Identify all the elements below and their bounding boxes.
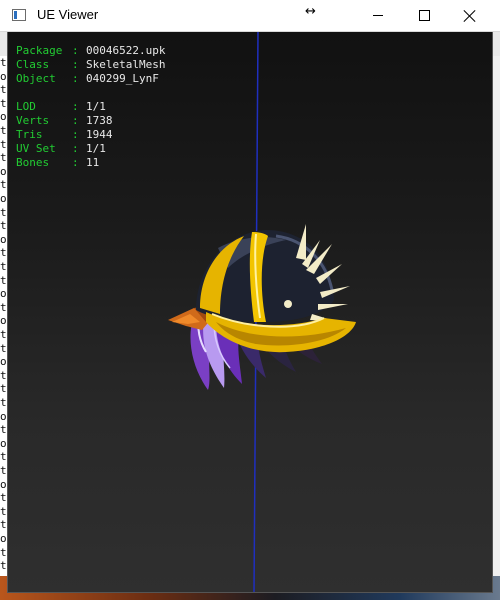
cap-crown <box>196 230 334 322</box>
mesh-stats-group: LOD:1/1 Verts:1738 Tris:1944 UV Set:1/1 Bone… <box>16 100 165 170</box>
info-label: Object <box>16 72 56 85</box>
horizontal-resize-cursor-icon: ↔ <box>305 4 316 19</box>
info-row: Verts:1738 <box>16 114 165 128</box>
minimize-icon <box>373 15 383 16</box>
info-separator: : <box>72 44 79 57</box>
3d-viewport[interactable]: Package:00046522.upk Class: SkeletalMesh Ob… <box>8 32 492 592</box>
info-row: Bones:11 <box>16 156 165 170</box>
info-label: LOD <box>16 100 36 113</box>
window-app-icon[interactable] <box>12 9 26 21</box>
info-separator: : <box>72 114 79 127</box>
mesh-info-panel: Package:00046522.upk Class: SkeletalMesh Ob… <box>16 44 165 170</box>
info-label: Class <box>16 58 50 71</box>
maximize-button[interactable] <box>401 0 447 31</box>
ue-viewer-window: UE Viewer ↔ Package:00046522.upk Class: Sk… <box>0 0 500 600</box>
close-button[interactable] <box>447 0 493 31</box>
info-label: UV Set <box>16 142 56 155</box>
info-separator: : <box>72 58 79 71</box>
info-label: Verts <box>16 114 50 127</box>
info-row: Class: SkeletalMesh <box>16 58 165 72</box>
minimize-button[interactable] <box>355 0 401 31</box>
info-value: 040299_LynF <box>86 72 159 85</box>
info-value: SkeletalMesh <box>86 58 166 71</box>
info-value: 1/1 <box>86 100 106 113</box>
window-title: UE Viewer <box>37 7 99 22</box>
info-label: Tris <box>16 128 43 141</box>
info-value: 1/1 <box>86 142 106 155</box>
info-label: Package <box>16 44 63 57</box>
info-value: 11 <box>86 156 100 169</box>
object-info-group: Package:00046522.upk Class: SkeletalMesh Ob… <box>16 44 165 86</box>
maximize-icon <box>418 10 430 21</box>
info-separator: : <box>72 72 79 85</box>
close-icon <box>464 10 476 22</box>
info-separator: : <box>72 142 79 155</box>
info-value: 1738 <box>86 114 113 127</box>
info-separator: : <box>72 100 79 113</box>
info-label: Bones <box>16 156 50 169</box>
window-frame-bottom <box>7 592 493 593</box>
info-separator: : <box>72 156 79 169</box>
info-value: 00046522.upk <box>86 44 166 57</box>
info-row: Object:040299_LynF <box>16 72 165 86</box>
info-row: Package:00046522.upk <box>16 44 165 58</box>
title-bar[interactable]: UE Viewer ↔ <box>0 0 500 32</box>
info-row: Tris:1944 <box>16 128 165 142</box>
info-row: UV Set:1/1 <box>16 142 165 156</box>
info-row: LOD:1/1 <box>16 100 165 114</box>
spiked-cap-mesh[interactable] <box>156 218 356 398</box>
window-frame-right <box>492 32 493 593</box>
info-separator: : <box>72 128 79 141</box>
info-value: 1944 <box>86 128 113 141</box>
